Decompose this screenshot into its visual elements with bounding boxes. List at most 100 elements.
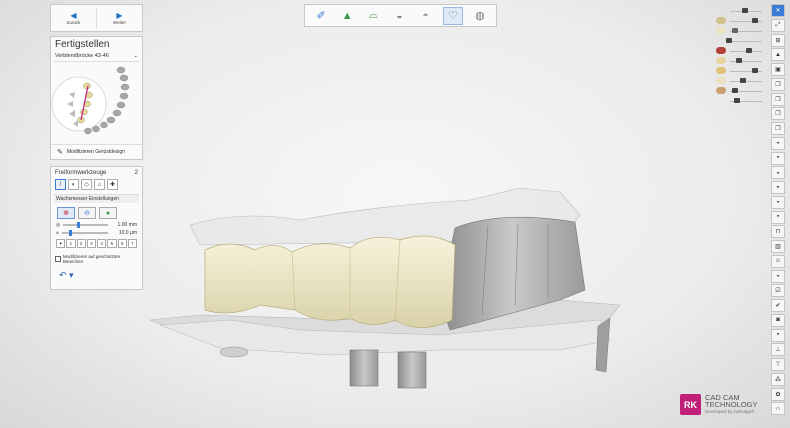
color-wheel-icon[interactable]: ✿ bbox=[771, 387, 785, 401]
undo-button[interactable]: ↶ ▾ bbox=[51, 268, 142, 283]
zoom-fit-icon[interactable]: ⊞ bbox=[771, 33, 785, 47]
graduation-cap-icon[interactable]: ▲ bbox=[771, 48, 785, 62]
strength-icon: ⩚ bbox=[56, 230, 59, 236]
preset-5[interactable]: 5 bbox=[107, 239, 117, 248]
tooth-tool-icon[interactable]: ◓ bbox=[771, 328, 785, 342]
smooth-icon: ◐ bbox=[71, 181, 76, 188]
preset-3[interactable]: 3 bbox=[86, 239, 96, 248]
visibility-slider[interactable] bbox=[712, 76, 762, 86]
visibility-slider[interactable] bbox=[712, 16, 762, 26]
visibility-slider[interactable] bbox=[712, 26, 762, 36]
tooth-icon: ⌂ bbox=[97, 181, 102, 188]
gingiva-flap bbox=[595, 317, 611, 373]
protected-areas-checkbox[interactable]: Modifizieren auf geschützten Bereichen bbox=[51, 250, 142, 268]
tooth-tool-icon[interactable]: ◒ bbox=[771, 166, 785, 180]
visibility-slider[interactable] bbox=[712, 66, 762, 76]
drop-icon: ● bbox=[105, 209, 111, 217]
preset-icon[interactable]: ✦ bbox=[56, 239, 66, 248]
design-tool-icon: ✎ bbox=[57, 149, 63, 156]
face-icon[interactable]: ☺ bbox=[771, 254, 785, 268]
finish-tooth-icon: ♡ bbox=[447, 10, 458, 22]
restoration-dropdown[interactable]: Verblendbrücke 43-46 ⌄ bbox=[54, 51, 139, 62]
tooth-selector[interactable] bbox=[51, 62, 142, 146]
wax-knife-tool-button[interactable]: / bbox=[55, 179, 66, 190]
check-icon[interactable]: ☑ bbox=[771, 284, 785, 298]
toolbar-globe-button[interactable]: ◍ bbox=[471, 8, 489, 24]
strength-value: 10.0 µm bbox=[118, 230, 137, 236]
group-icon[interactable]: ⁂ bbox=[771, 372, 785, 386]
preset-2[interactable]: 2 bbox=[76, 239, 86, 248]
implant-post-2 bbox=[397, 351, 427, 389]
tooth-tool-icon[interactable]: ◒ bbox=[771, 269, 785, 283]
ruler-icon[interactable]: ⊓ bbox=[771, 225, 785, 239]
next-button[interactable]: ▶ Weiter bbox=[97, 5, 142, 31]
toolbar-finish-button[interactable]: ♡ bbox=[442, 6, 463, 25]
remove-material-button[interactable]: ⊖ bbox=[78, 207, 96, 219]
morph-icon: ◇ bbox=[84, 182, 89, 188]
strength-slider-row: ⩚ 10.0 µm bbox=[51, 229, 142, 237]
visibility-slider[interactable] bbox=[712, 96, 762, 106]
tooth-tool-icon[interactable]: ◓ bbox=[771, 151, 785, 165]
tooth-tool-icon[interactable]: ◒ bbox=[771, 136, 785, 150]
visibility-slider[interactable] bbox=[712, 56, 762, 66]
tooth-tool-icon[interactable]: ◒ bbox=[771, 195, 785, 209]
back-button[interactable]: ◀ Zurück bbox=[51, 5, 96, 31]
preset-1[interactable]: 1 bbox=[66, 239, 76, 248]
arrow-right-icon: ▶ bbox=[116, 10, 123, 20]
radius-slider[interactable] bbox=[63, 222, 108, 228]
model-icon: ▲ bbox=[341, 9, 353, 22]
copy-icon[interactable]: ❐ bbox=[771, 122, 785, 135]
dental-3d-viewport[interactable] bbox=[140, 180, 620, 400]
checkmark-icon[interactable]: ✔ bbox=[771, 299, 785, 312]
radius-slider-row: ◎ 1.00 mm bbox=[51, 221, 142, 229]
visibility-slider[interactable] bbox=[712, 6, 762, 16]
next-label: Weiter bbox=[113, 19, 126, 25]
finish-panel: Fertigstellen Verblendbrücke 43-46 ⌄ ✎ M… bbox=[50, 36, 143, 160]
anatomy-tool-button[interactable]: ⌂ bbox=[94, 179, 105, 190]
radius-icon: ◎ bbox=[56, 222, 61, 228]
preset-4[interactable]: 4 bbox=[97, 239, 107, 248]
tooth-tool-icon[interactable]: ◓ bbox=[771, 210, 785, 224]
screenshot-icon[interactable]: ▣ bbox=[771, 63, 785, 76]
rk-logo: RK bbox=[680, 394, 701, 415]
section-icon[interactable]: ▥ bbox=[771, 240, 785, 253]
close-icon[interactable]: ✕ bbox=[771, 4, 785, 17]
checkbox-label: Modifizieren auf geschützten Bereichen bbox=[62, 254, 121, 264]
toolbar-crown-button[interactable]: ◓ bbox=[417, 8, 435, 24]
preset-7[interactable]: 7 bbox=[127, 239, 137, 248]
tools-header: Freiformwerkzeuge 2 bbox=[51, 167, 142, 179]
toolbar-tooth-button[interactable]: ◒ bbox=[390, 8, 408, 24]
strength-slider[interactable] bbox=[61, 230, 108, 236]
panel-title: Fertigstellen bbox=[55, 39, 110, 50]
copy-icon[interactable]: ❐ bbox=[771, 77, 785, 91]
checkbox[interactable] bbox=[55, 256, 61, 262]
visibility-slider[interactable] bbox=[712, 36, 762, 46]
brand-line-2: TECHNOLOGY bbox=[705, 400, 758, 409]
toolbar-design-button[interactable]: ✐ bbox=[312, 8, 330, 24]
toolbar-model-button[interactable]: ▲ bbox=[338, 8, 356, 24]
morph-tool-button[interactable]: ◇ bbox=[81, 179, 92, 190]
implant-icon[interactable]: ⊤ bbox=[771, 358, 785, 371]
globe-icon: ◍ bbox=[475, 10, 485, 22]
copy-icon[interactable]: ❐ bbox=[771, 92, 785, 106]
sculpt-tool-button[interactable]: ✚ bbox=[107, 179, 118, 190]
back-label: Zurück bbox=[66, 19, 81, 25]
align-icon[interactable]: ⊥ bbox=[771, 343, 785, 357]
camera-icon[interactable]: ◙ bbox=[771, 313, 785, 327]
smooth-tool-button[interactable]: ◐ bbox=[68, 179, 79, 190]
freeform-tools-panel: Freiformwerkzeuge 2 / ◐ ◇ ⌂ ✚ Wachsmesse… bbox=[50, 166, 143, 290]
dental-arch-icon bbox=[51, 66, 130, 135]
undo-history-icon[interactable]: ∩ bbox=[771, 402, 785, 416]
remove-icon: ⊖ bbox=[84, 210, 90, 217]
tools-counter: 2 bbox=[134, 170, 138, 176]
modify-framework-button[interactable]: ✎ Modifizieren Gerüstdesign bbox=[51, 144, 142, 159]
copy-icon[interactable]: ❐ bbox=[771, 107, 785, 121]
toolbar-arch-button[interactable]: ⌓ bbox=[364, 8, 382, 24]
smooth-material-button[interactable]: ● bbox=[99, 207, 117, 219]
visibility-slider[interactable] bbox=[712, 86, 762, 96]
tooth-tool-icon[interactable]: ◓ bbox=[771, 181, 785, 194]
add-material-button[interactable]: ⊕ bbox=[57, 207, 75, 219]
fullscreen-icon[interactable]: ⤢ bbox=[771, 18, 785, 32]
visibility-slider[interactable] bbox=[712, 46, 762, 56]
preset-6[interactable]: 6 bbox=[117, 239, 127, 248]
